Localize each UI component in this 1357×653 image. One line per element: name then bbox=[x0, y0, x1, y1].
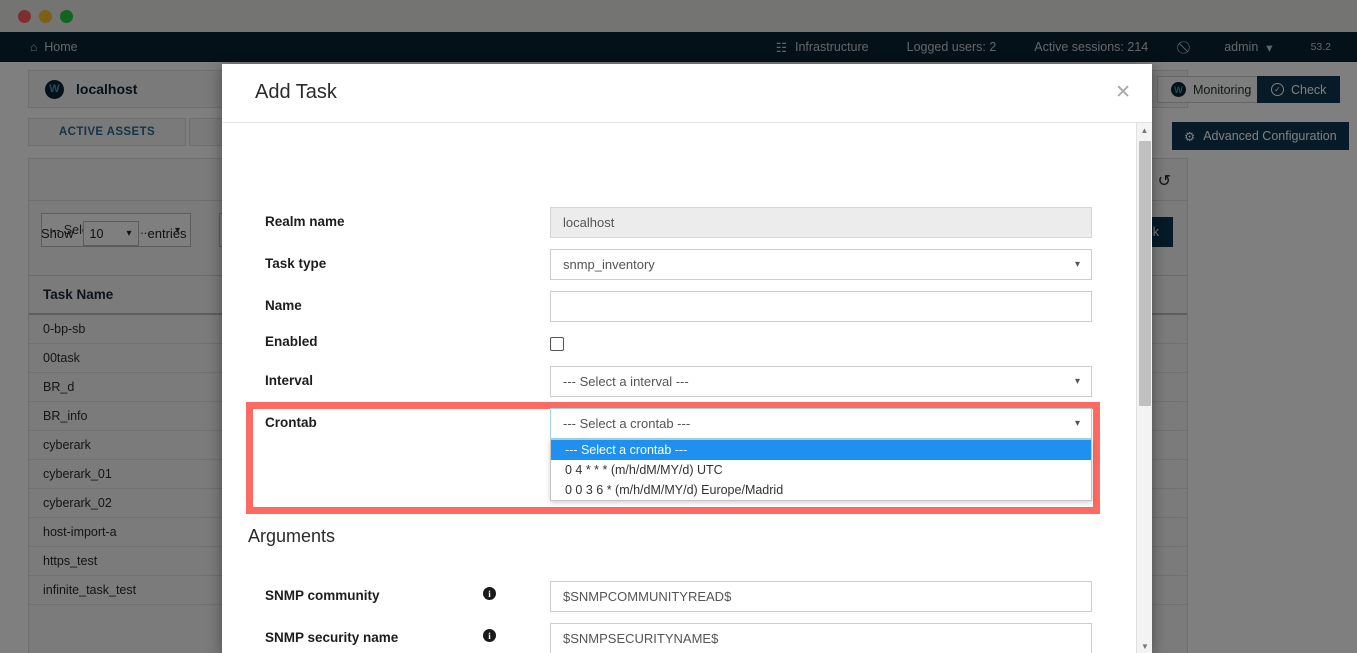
field-name-label: Name bbox=[265, 298, 302, 313]
argument-row: SNMP community i $SNMPCOMMUNITYREAD$ bbox=[222, 581, 1152, 623]
scrollbar-thumb[interactable] bbox=[1139, 141, 1151, 406]
argument-input[interactable]: $SNMPCOMMUNITYREAD$ bbox=[550, 581, 1092, 612]
field-name: Name bbox=[222, 291, 1152, 333]
field-realm-name: Realm name localhost bbox=[222, 207, 1152, 249]
argument-input[interactable]: $SNMPSECURITYNAME$ bbox=[550, 623, 1092, 653]
field-task-type: Task type snmp_inventory ▾ bbox=[222, 249, 1152, 291]
crontab-dropdown-list: --- Select a crontab --- 0 4 * * * (m/h/d… bbox=[550, 439, 1092, 501]
field-realm-name-label: Realm name bbox=[265, 214, 345, 229]
chevron-down-icon: ▾ bbox=[1074, 259, 1080, 270]
interval-select[interactable]: --- Select a interval --- ▾ bbox=[550, 366, 1092, 397]
enabled-checkbox[interactable] bbox=[550, 337, 564, 351]
field-crontab-label: Crontab bbox=[265, 415, 317, 430]
name-input[interactable] bbox=[550, 291, 1092, 322]
realm-name-input: localhost bbox=[550, 207, 1092, 238]
realm-name-value: localhost bbox=[563, 215, 615, 230]
task-type-value: snmp_inventory bbox=[563, 257, 655, 272]
crontab-option-1[interactable]: 0 4 * * * (m/h/dM/MY/d) UTC bbox=[551, 460, 1091, 480]
argument-row: SNMP security name i $SNMPSECURITYNAME$ bbox=[222, 623, 1152, 653]
crontab-option-0[interactable]: --- Select a crontab --- bbox=[551, 440, 1091, 460]
crontab-option-2[interactable]: 0 0 3 6 * (m/h/dM/MY/d) Europe/Madrid bbox=[551, 480, 1091, 500]
crontab-select[interactable]: --- Select a crontab --- ▾ bbox=[550, 408, 1092, 439]
info-icon[interactable]: i bbox=[483, 629, 496, 642]
chevron-down-icon: ▾ bbox=[1074, 418, 1080, 429]
chevron-down-icon: ▾ bbox=[1074, 376, 1080, 387]
argument-label: SNMP community bbox=[265, 588, 380, 603]
field-interval-label: Interval bbox=[265, 373, 314, 388]
argument-value: $SNMPSECURITYNAME$ bbox=[563, 631, 719, 646]
scroll-up-arrow-icon[interactable]: ▲ bbox=[1137, 123, 1152, 137]
close-icon[interactable]: ✕ bbox=[1115, 81, 1131, 104]
field-task-type-label: Task type bbox=[265, 256, 327, 271]
interval-value: --- Select a interval --- bbox=[563, 374, 689, 389]
modal-header: Add Task ✕ bbox=[222, 64, 1152, 123]
task-type-select[interactable]: snmp_inventory ▾ bbox=[550, 249, 1092, 280]
modal-body: Realm name localhost Task type snmp_inve… bbox=[222, 123, 1152, 653]
argument-value: $SNMPCOMMUNITYREAD$ bbox=[563, 589, 732, 604]
add-task-modal: Add Task ✕ Realm name localhost Task typ… bbox=[222, 64, 1152, 653]
modal-scrollbar[interactable]: ▲ ▼ bbox=[1136, 123, 1152, 653]
modal-title: Add Task bbox=[255, 81, 337, 103]
argument-label: SNMP security name bbox=[265, 630, 399, 645]
info-icon[interactable]: i bbox=[483, 587, 496, 600]
crontab-value: --- Select a crontab --- bbox=[563, 416, 691, 431]
scroll-down-arrow-icon[interactable]: ▼ bbox=[1137, 639, 1153, 653]
field-enabled-label: Enabled bbox=[265, 334, 318, 349]
arguments-section-title: Arguments bbox=[248, 526, 336, 546]
